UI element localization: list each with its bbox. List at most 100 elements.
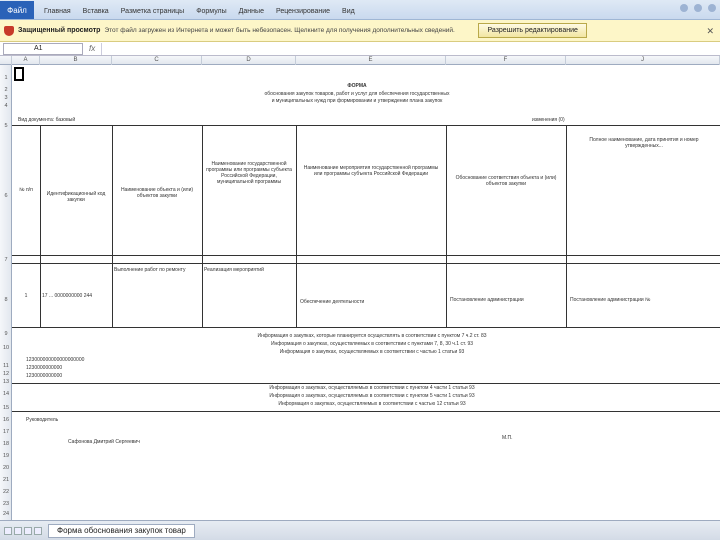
table-border — [40, 125, 41, 327]
header-basis: Обоснование соответствия объекта и (или)… — [455, 175, 557, 187]
header-num: № п/п — [19, 187, 33, 193]
row-header[interactable]: 11 — [0, 363, 12, 369]
form-subtitle-2: и муниципальных нужд при формировании и … — [271, 98, 443, 104]
row-header[interactable]: 10 — [0, 345, 12, 351]
signature-label: Руководитель — [26, 417, 59, 423]
row-header[interactable]: 19 — [0, 453, 12, 459]
row-header[interactable]: 4 — [0, 103, 12, 109]
table-border — [446, 125, 447, 327]
row-header[interactable]: 1 — [0, 75, 12, 81]
signer-name: Сафонова Дмитрий Сергеевич — [68, 439, 140, 445]
row-header[interactable]: 9 — [0, 331, 12, 337]
code-line: 123000000000000000000 — [26, 357, 85, 363]
table-border — [112, 125, 113, 327]
column-header[interactable]: A — [12, 56, 40, 65]
first-sheet-icon[interactable] — [4, 526, 12, 535]
table-border — [12, 125, 720, 126]
row-header[interactable]: 6 — [0, 193, 12, 199]
tab-page-layout[interactable]: Разметка страницы — [115, 3, 191, 19]
info-line: Информация о закупках, которые планирует… — [257, 333, 487, 339]
info-line: Информация о закупках, осуществляемых в … — [278, 401, 466, 407]
sheet-nav-buttons — [4, 526, 42, 535]
file-tab[interactable]: Файл — [0, 1, 34, 19]
row1-program: Реализация мероприятий — [204, 267, 264, 273]
tab-formulas[interactable]: Формулы — [190, 3, 232, 19]
seal-label: М.П. — [502, 435, 513, 441]
header-act: Полное наименование, дата принятия и ном… — [589, 137, 699, 149]
enable-editing-button[interactable]: Разрешить редактирование — [478, 23, 587, 38]
worksheet-grid[interactable]: ФОРМА обоснования закупок товаров, работ… — [12, 65, 720, 520]
sheet-tabs-bar: Форма обоснования закупок товар — [0, 520, 720, 540]
tab-insert[interactable]: Вставка — [77, 3, 115, 19]
protected-view-bar: Защищенный просмотр Этот файл загружен и… — [0, 20, 720, 42]
doc-type-label: Вид документа: базовый — [18, 117, 76, 123]
minimize-icon[interactable] — [694, 4, 702, 12]
row-header[interactable]: 7 — [0, 257, 12, 263]
close-icon[interactable]: ✕ — [706, 26, 714, 37]
column-header[interactable]: F — [446, 56, 566, 65]
name-box[interactable]: A1 — [3, 42, 83, 55]
next-sheet-icon[interactable] — [24, 526, 32, 535]
select-all-corner[interactable] — [0, 56, 12, 65]
tab-view[interactable]: Вид — [336, 3, 361, 19]
row-header[interactable]: 12 — [0, 371, 12, 377]
protected-view-title: Защищенный просмотр — [18, 27, 101, 34]
row-header[interactable]: 2 — [0, 87, 12, 93]
header-measure: Наименование мероприятия государственной… — [303, 165, 439, 177]
change-label: изменения (0) — [532, 117, 565, 123]
code-line: 1230000000000 — [26, 365, 63, 371]
row-headers: 1 2 3 4 5 6 7 8 9 10 11 12 13 14 15 16 1… — [0, 65, 12, 520]
row1-num: 1 — [24, 293, 28, 299]
sheet-tab-active[interactable]: Форма обоснования закупок товар — [48, 523, 195, 538]
row-header[interactable]: 3 — [0, 95, 12, 101]
row-header[interactable]: 16 — [0, 417, 12, 423]
tab-review[interactable]: Рецензирование — [270, 3, 336, 19]
form-title: ФОРМА — [347, 83, 367, 89]
table-border — [296, 125, 297, 327]
help-icon[interactable] — [680, 4, 688, 12]
table-border — [12, 255, 720, 256]
column-headers: A B C D E F J — [0, 56, 720, 65]
row-header[interactable]: 13 — [0, 379, 12, 385]
formula-input[interactable] — [101, 42, 720, 55]
row1-measure: Обеспечение деятельности — [300, 299, 365, 305]
row-header[interactable]: 17 — [0, 429, 12, 435]
row-header[interactable]: 18 — [0, 441, 12, 447]
tab-home[interactable]: Главная — [38, 3, 77, 19]
tab-data[interactable]: Данные — [233, 3, 270, 19]
row-header[interactable]: 5 — [0, 123, 12, 129]
column-header[interactable]: D — [202, 56, 296, 65]
row-header[interactable]: 22 — [0, 489, 12, 495]
header-program: Наименование государственной программы и… — [206, 161, 292, 185]
column-header[interactable]: B — [40, 56, 112, 65]
info-line: Информация о закупках, осуществляемых в … — [279, 349, 465, 355]
prev-sheet-icon[interactable] — [14, 526, 22, 535]
shield-icon — [4, 25, 14, 36]
table-border — [12, 263, 720, 264]
info-line: Информация о закупках, осуществляемых в … — [269, 385, 475, 391]
row-header[interactable]: 23 — [0, 501, 12, 507]
close-icon[interactable] — [708, 4, 716, 12]
table-border — [566, 125, 567, 327]
column-header[interactable]: E — [296, 56, 446, 65]
column-header[interactable]: J — [566, 56, 720, 65]
row1-basis: Постановление администрации — [450, 297, 524, 303]
formula-bar: A1 fx — [0, 42, 720, 56]
row-header[interactable]: 8 — [0, 297, 12, 303]
row-header[interactable]: 14 — [0, 391, 12, 397]
row-header[interactable]: 21 — [0, 477, 12, 483]
table-border — [12, 327, 720, 328]
protected-view-message[interactable]: Этот файл загружен из Интернета и может … — [104, 27, 464, 34]
info-line: Информация о закупках, осуществляемых в … — [269, 393, 475, 399]
row-header[interactable]: 20 — [0, 465, 12, 471]
column-header[interactable]: C — [112, 56, 202, 65]
active-cell-a1[interactable] — [14, 67, 24, 81]
last-sheet-icon[interactable] — [34, 526, 42, 535]
info-line: Информация о закупках, осуществляемых в … — [270, 341, 474, 347]
row-header[interactable]: 15 — [0, 405, 12, 411]
table-border — [202, 125, 203, 327]
fx-icon[interactable]: fx — [89, 44, 95, 53]
ribbon: Файл Главная Вставка Разметка страницы Ф… — [0, 0, 720, 20]
row-header[interactable]: 24 — [0, 511, 12, 517]
ribbon-window-controls — [680, 4, 716, 12]
